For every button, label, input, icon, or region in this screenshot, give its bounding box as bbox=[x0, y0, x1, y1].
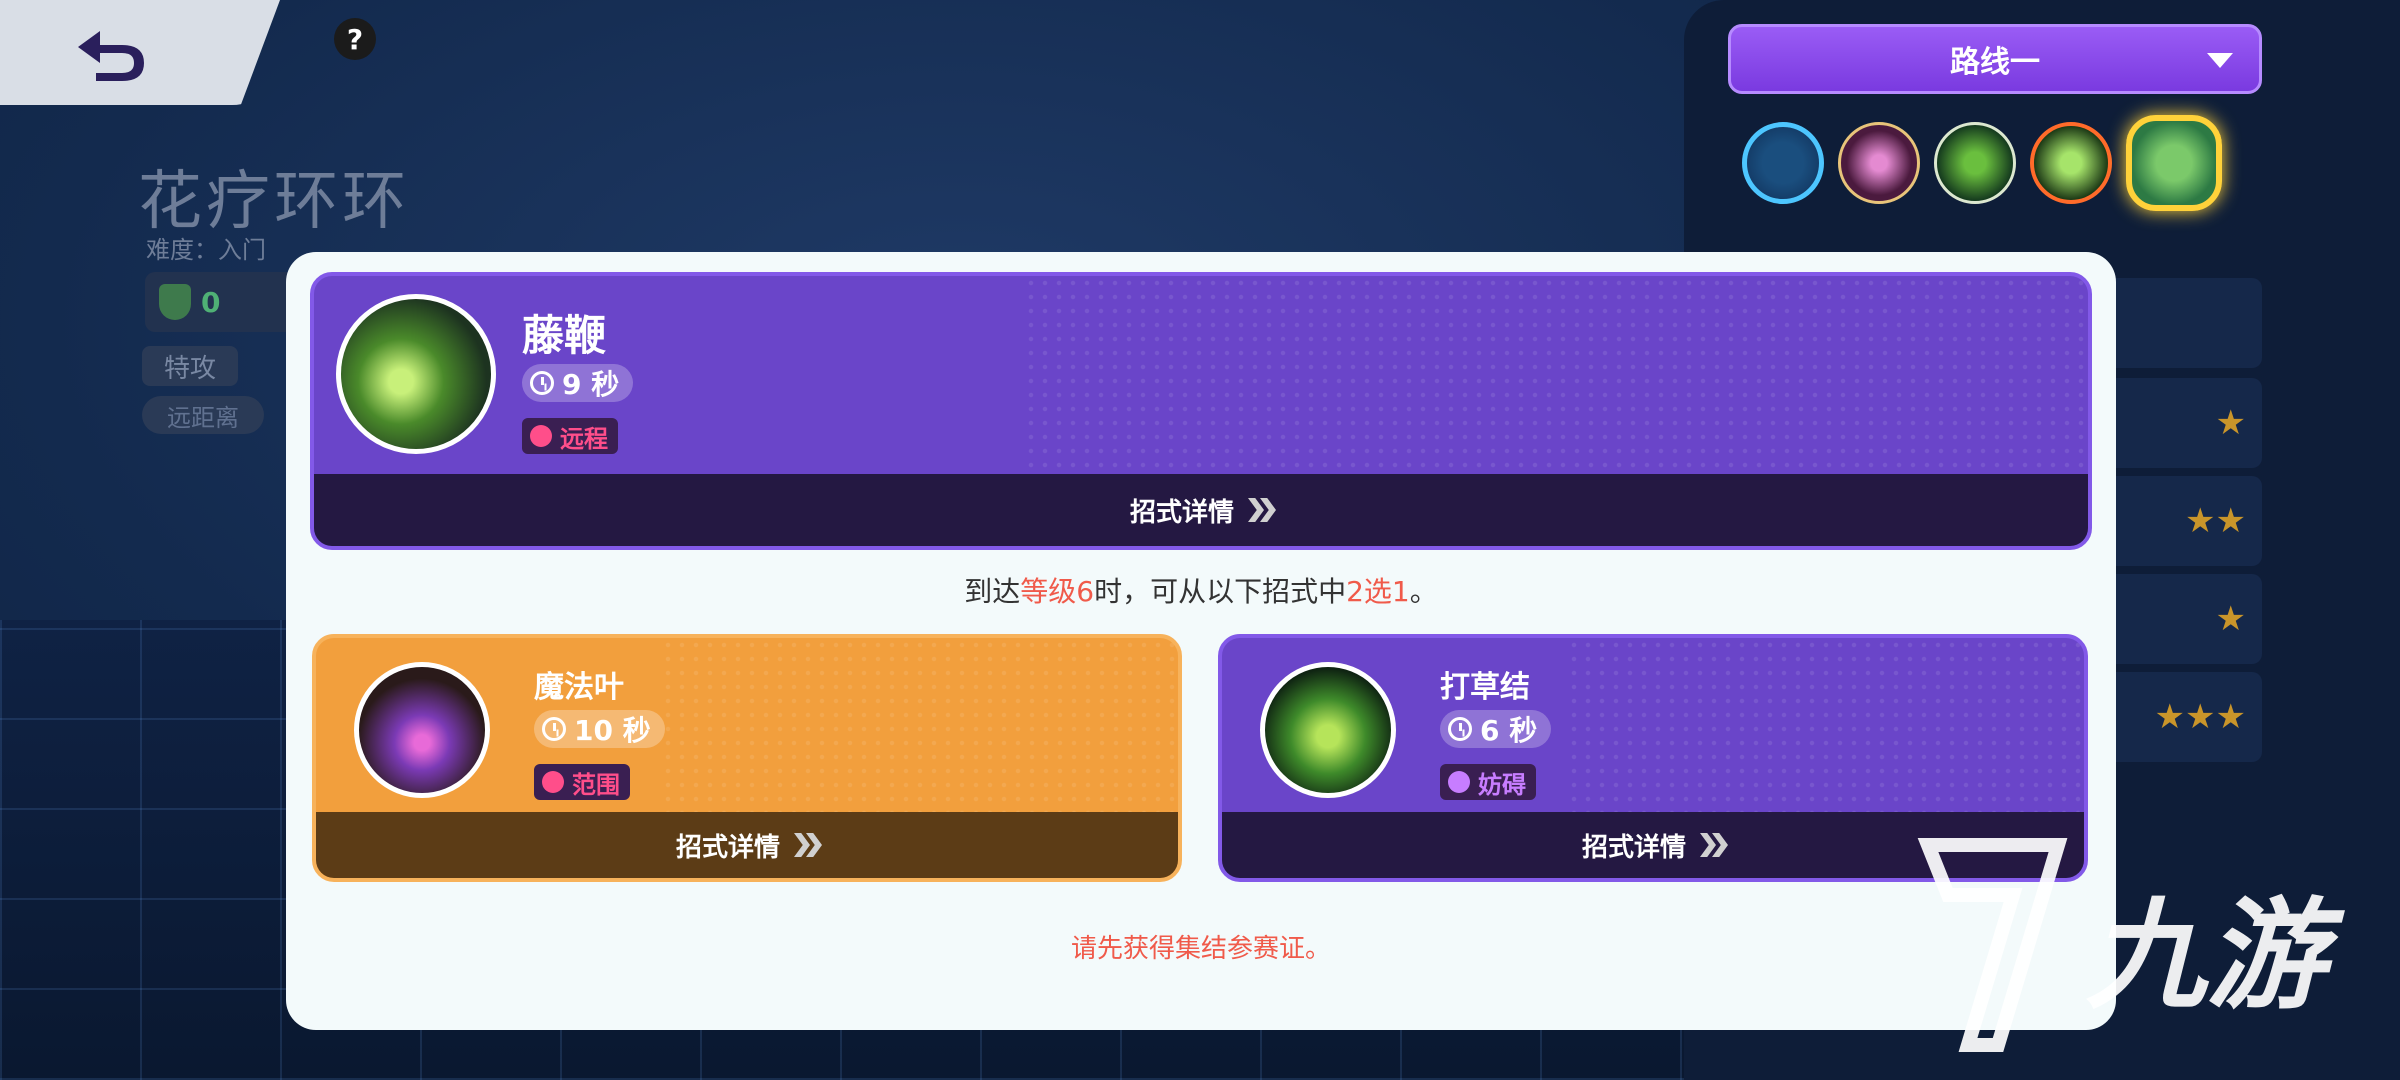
watermark-logo: 九游 bbox=[1908, 830, 2368, 1060]
attack-type-tag: 特攻 bbox=[142, 346, 238, 386]
grass-knot-icon bbox=[1260, 662, 1396, 798]
detail-label: 招式详情 bbox=[1581, 832, 1686, 863]
star-icon: ★ bbox=[2215, 403, 2246, 443]
magical-leaf-icon bbox=[354, 662, 490, 798]
gear-skill-icon[interactable] bbox=[1742, 122, 1824, 204]
clock-icon bbox=[542, 717, 566, 741]
back-button[interactable] bbox=[0, 0, 280, 105]
detail-label: 招式详情 bbox=[675, 832, 780, 863]
vine-whip-skill-icon[interactable] bbox=[2030, 122, 2112, 204]
double-chevron-right-icon bbox=[1700, 833, 1728, 857]
skill-icon-row bbox=[1742, 115, 2222, 211]
star-icon: ★★ bbox=[2185, 501, 2246, 541]
help-icon[interactable]: ? bbox=[334, 18, 376, 60]
cooldown-text: 9 秒 bbox=[562, 368, 620, 401]
star-icon: ★ bbox=[2215, 599, 2246, 639]
chevron-down-icon bbox=[2207, 53, 2233, 68]
main-skill-tag: 远程 bbox=[522, 418, 618, 454]
back-arrow-icon bbox=[78, 30, 144, 81]
tag-text: 远程 bbox=[560, 424, 608, 453]
option-name: 魔法叶 bbox=[534, 670, 624, 705]
unite-license-warning: 请先获得集结参赛证。 bbox=[1070, 934, 1331, 964]
hero-name: 花疗环环 bbox=[138, 165, 410, 239]
hero-stat-box: 0 bbox=[145, 272, 305, 332]
watermark-text: 九游 bbox=[2086, 887, 2326, 1026]
move-detail-modal: 藤鞭 9 秒 远程 招式详情 到达等级6时，可从以下招式中2选1。 魔法叶 10… bbox=[286, 252, 2116, 1030]
hero-difficulty: 难度：入门 bbox=[146, 236, 266, 264]
double-chevron-right-icon bbox=[794, 833, 822, 857]
route-selected-label: 路线一 bbox=[1950, 45, 2040, 80]
tag-text: 范围 bbox=[572, 770, 620, 799]
option-cooldown: 6 秒 bbox=[1440, 710, 1552, 748]
main-skill-name: 藤鞭 bbox=[522, 311, 607, 360]
nine-game-logo-icon bbox=[1917, 838, 2068, 1052]
shield-icon bbox=[159, 284, 191, 320]
main-skill-card[interactable]: 藤鞭 9 秒 远程 招式详情 bbox=[310, 272, 2092, 550]
ranged-icon bbox=[530, 425, 552, 447]
clock-icon bbox=[530, 371, 554, 395]
level-instruction: 到达等级6时，可从以下招式中2选1。 bbox=[964, 575, 1438, 608]
pink-flower-skill-icon[interactable] bbox=[1838, 122, 1920, 204]
stat-value: 0 bbox=[201, 285, 221, 319]
clock-icon bbox=[1448, 717, 1472, 741]
double-chevron-right-icon bbox=[1248, 498, 1276, 522]
option-tag: 范围 bbox=[534, 764, 630, 800]
vine-whip-icon bbox=[336, 294, 496, 454]
detail-label: 招式详情 bbox=[1129, 497, 1234, 528]
area-icon bbox=[542, 771, 564, 793]
star-icon: ★★★ bbox=[2154, 697, 2246, 737]
range-type-tag: 远距离 bbox=[142, 396, 264, 434]
option-detail-button[interactable]: 招式详情 bbox=[316, 812, 1178, 878]
main-skill-detail-button[interactable]: 招式详情 bbox=[314, 474, 2088, 546]
unite-move-icon[interactable] bbox=[2126, 115, 2222, 211]
option-cooldown: 10 秒 bbox=[534, 710, 665, 748]
option-name: 打草结 bbox=[1440, 670, 1530, 705]
option-tag: 妨碍 bbox=[1440, 764, 1536, 800]
hindrance-icon bbox=[1448, 771, 1470, 793]
main-skill-cooldown: 9 秒 bbox=[522, 364, 634, 402]
route-dropdown[interactable]: 路线一 bbox=[1728, 24, 2262, 94]
cooldown-text: 10 秒 bbox=[574, 714, 651, 747]
vine-pet-skill-icon[interactable] bbox=[1934, 122, 2016, 204]
tag-text: 妨碍 bbox=[1478, 770, 1526, 799]
cooldown-text: 6 秒 bbox=[1480, 714, 1538, 747]
option-card-magical-leaf[interactable]: 魔法叶 10 秒 范围 招式详情 bbox=[312, 634, 1182, 882]
